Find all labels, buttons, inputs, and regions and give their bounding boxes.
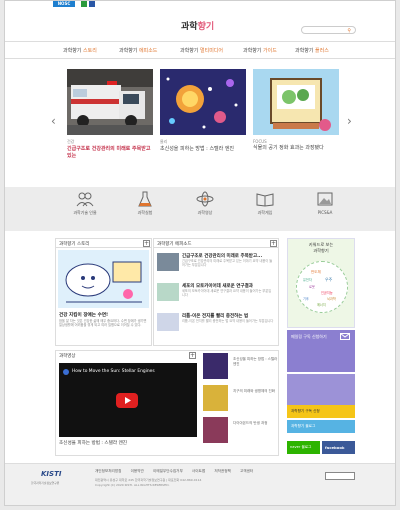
- space-image: [160, 69, 246, 135]
- naver-button[interactable]: naver 블로그: [287, 441, 320, 454]
- card-category: FOCUS: [253, 139, 267, 144]
- category-experiment[interactable]: 과학실험: [125, 191, 165, 216]
- story-heading[interactable]: 과학향기 스토리: [56, 239, 151, 248]
- play-button[interactable]: [116, 393, 138, 408]
- card-category: 건강: [67, 139, 75, 144]
- channel-avatar: [63, 369, 69, 375]
- org-logo[interactable]: NOSC: [53, 1, 75, 7]
- news-thumbnail: [157, 313, 179, 331]
- site-logo[interactable]: 과학향기: [181, 19, 214, 32]
- top-bar: NOSC: [5, 1, 395, 13]
- keyword-tag[interactable]: 로봇: [309, 284, 315, 289]
- footer-link[interactable]: 이용약관: [131, 469, 144, 473]
- web-accessibility-badge: [325, 472, 355, 480]
- nav-guide[interactable]: 과학향기 가이드: [243, 47, 277, 54]
- flask-icon: [138, 191, 152, 207]
- card-category: 물리: [160, 139, 168, 144]
- main-nav: 과학향기 스토리 과학향기 에피소드 과학향기 멀티미디어 과학향기 가이드 과…: [5, 41, 395, 59]
- episode-more-button[interactable]: +: [270, 240, 277, 247]
- nav-story[interactable]: 과학향기 스토리: [63, 47, 97, 54]
- blog-icon[interactable]: [81, 1, 87, 7]
- slide-card[interactable]: 물리 초신성을 피하는 방법 : 스텔라 엔진: [160, 69, 246, 174]
- keyword-tag[interactable]: 유전자: [303, 277, 312, 282]
- keyword-tag[interactable]: 기후: [303, 296, 309, 301]
- nav-plus[interactable]: 과학향기 플러스: [295, 47, 329, 54]
- video-thumbnail: [203, 417, 228, 443]
- slider-prev-button[interactable]: ‹: [51, 114, 56, 128]
- card-title[interactable]: 긴급구조로 건강관리의 미래로 주목받고 있는: [67, 146, 153, 160]
- page-frame: NOSC 과학향기 ⚲ 과학향기 스토리 과학향기 에피소드 과학향기 멀티미디…: [4, 0, 396, 506]
- video-thumbnail: [203, 385, 228, 411]
- video-thumbnail: [203, 353, 228, 379]
- people-icon: [76, 192, 94, 207]
- keyword-tag[interactable]: 뇌과학: [327, 296, 336, 301]
- featured-slider: 건강 긴급구조로 건강관리의 미래로 주목받고 있는 물리 초신성을 피하는 방…: [67, 69, 339, 174]
- story-more-button[interactable]: +: [143, 240, 150, 247]
- story-description: 잠을 잘 자는 것은 건강한 삶에 매우 중요하다. 수면 장애가 생기면 일상…: [59, 319, 147, 328]
- list-item[interactable]: 세포의 모토카이어데 새로운 연구결과 세포의 모토카이어데 새로운 연구결과 …: [157, 283, 272, 301]
- footer-address: 대전광역시 유성구 대학로 245 한국과학기술정보연구원 | 대표전화 042…: [95, 478, 202, 487]
- footer-link[interactable]: 사이트맵: [192, 469, 205, 473]
- subscribe-button[interactable]: 과학향기 구독 신청: [287, 405, 355, 418]
- footer-link[interactable]: 고객센터: [240, 469, 253, 473]
- kisti-logo[interactable]: KISTI: [41, 470, 61, 478]
- search-icon[interactable]: ⚲: [347, 28, 351, 34]
- video-list-item[interactable]: 지구의 미래와 생명체의 진화: [203, 385, 278, 411]
- keyword-tag[interactable]: 반도체: [311, 270, 321, 275]
- episode-panel: 과학향기 에피소드 + 긴급구조로 건강관리의 미래로 주목받고... 긴급구조…: [153, 238, 279, 346]
- photo-icon: [317, 192, 333, 206]
- video-list-item[interactable]: 초신성을 피하는 방법 : 스텔라 엔진: [203, 353, 278, 379]
- play-icon: [125, 397, 131, 404]
- video-more-button[interactable]: +: [189, 352, 196, 359]
- video-list-item[interactable]: 다이아몬드의 탄생 과정: [203, 417, 278, 443]
- footer-link[interactable]: 개인정보처리방침: [95, 469, 121, 473]
- category-video[interactable]: 과학영상: [185, 191, 225, 216]
- footer: KISTI 한국과학기술정보연구원 개인정보처리방침 이용약관 이메일무단수집거…: [5, 463, 395, 505]
- facebook-icon[interactable]: [89, 1, 95, 7]
- video-player[interactable]: How to Move the Sun: Stellar Engines: [59, 363, 197, 437]
- keyword-tag[interactable]: 에너지: [317, 302, 326, 307]
- keyword-tag[interactable]: 우주: [325, 277, 332, 283]
- category-people[interactable]: 과학기술 인물: [65, 191, 105, 216]
- card-title[interactable]: 식물의 공기 정화 효과는 과장됐다: [253, 145, 339, 152]
- card-title[interactable]: 초신성을 피하는 방법 : 스텔라 엔진: [160, 146, 246, 153]
- slide-card[interactable]: 건강 긴급구조로 건강관리의 미래로 주목받고 있는: [67, 69, 153, 174]
- news-thumbnail: [157, 253, 179, 271]
- episode-heading[interactable]: 과학향기 에피소드: [154, 239, 278, 248]
- news-thumbnail: [157, 283, 179, 301]
- footer-link[interactable]: 저작권정책: [214, 469, 231, 473]
- plant-image: [253, 69, 339, 135]
- ambulance-image: [67, 69, 153, 135]
- story-caption[interactable]: 건강 지킴이 장애는 수면!: [59, 312, 108, 318]
- blog-button[interactable]: 과학향기 블로그: [287, 420, 355, 433]
- footer-link[interactable]: 이메일무단수집거부: [153, 469, 183, 473]
- category-icon-bar: 과학기술 인물 과학실험 과학영상 과학게임 PICS&A: [5, 187, 395, 231]
- video-caption[interactable]: 초신성을 피하는 방법 : 스텔라 엔진: [59, 440, 127, 446]
- list-item[interactable]: 리튬-이온 전지를 빨리 충전하는 법 리튬-이온 전지를 빨리 충전하는 법 …: [157, 313, 273, 331]
- mail-icon: [340, 333, 350, 340]
- keyword-box: 키워드로 보는 과학향기 반도체 유전자 우주 로봇 인공지능 기후 에너지 뇌…: [287, 238, 355, 328]
- list-item[interactable]: 긴급구조로 건강관리의 미래로 주목받고... 긴급구조로 건강관리의 미래로 …: [157, 253, 272, 271]
- footer-links: 개인정보처리방침 이용약관 이메일무단수집거부 사이트맵 저작권정책 고객센터: [95, 469, 261, 474]
- atom-icon: [196, 191, 214, 207]
- slider-next-button[interactable]: ›: [347, 114, 352, 128]
- nav-multimedia[interactable]: 과학향기 멀티미디어: [180, 47, 223, 54]
- nav-episode[interactable]: 과학향기 에피소드: [119, 47, 157, 54]
- facebook-button[interactable]: facebook: [322, 441, 355, 454]
- keyword-cloud: 반도체 유전자 우주 로봇 인공지능 기후 에너지 뇌과학: [296, 261, 348, 313]
- search-input[interactable]: ⚲: [301, 26, 356, 34]
- story-panel: 과학향기 스토리 + 건강 지킴이 장애는 수면! 잠을 잘 자는 것은 건강한…: [55, 238, 152, 346]
- slide-card[interactable]: FOCUS 식물의 공기 정화 효과는 과장됐다: [253, 69, 339, 174]
- story-illustration: [58, 250, 149, 308]
- category-pics[interactable]: PICS&A: [305, 191, 345, 215]
- book-icon: [256, 193, 274, 207]
- keyword-tag[interactable]: 인공지능: [321, 290, 333, 295]
- category-game[interactable]: 과학게임: [245, 191, 285, 216]
- subscribe-banner[interactable]: 메일링 구독 신청하기: [287, 330, 355, 372]
